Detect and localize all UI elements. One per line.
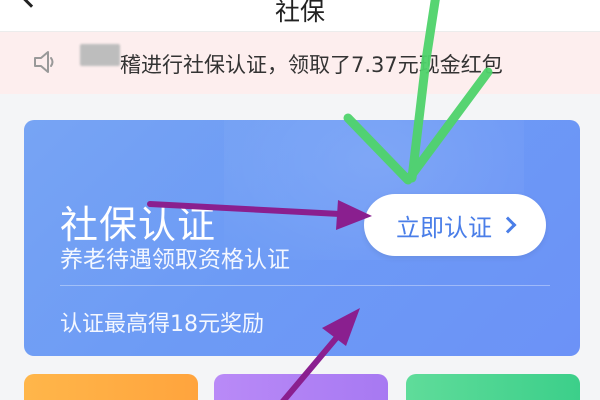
service-tile-orange[interactable]: [24, 374, 198, 400]
card-divider: [60, 285, 550, 286]
notice-text: 稽进行社保认证，领取了7.37元现金红包: [120, 53, 503, 77]
card-subtitle: 养老待遇领取资格认证: [60, 247, 290, 273]
chevron-right-icon: [499, 216, 517, 234]
verify-now-button[interactable]: 立即认证: [364, 194, 546, 256]
page-title: 社保: [274, 0, 325, 26]
speaker-icon: [34, 51, 54, 73]
service-tile-green[interactable]: [406, 374, 580, 400]
blurred-username: [80, 44, 120, 66]
service-tile-purple[interactable]: [214, 374, 388, 400]
reward-text: 认证最高得18元奖励: [60, 312, 264, 337]
top-bar: 社保: [0, 0, 600, 32]
verify-now-label: 立即认证: [396, 213, 492, 242]
